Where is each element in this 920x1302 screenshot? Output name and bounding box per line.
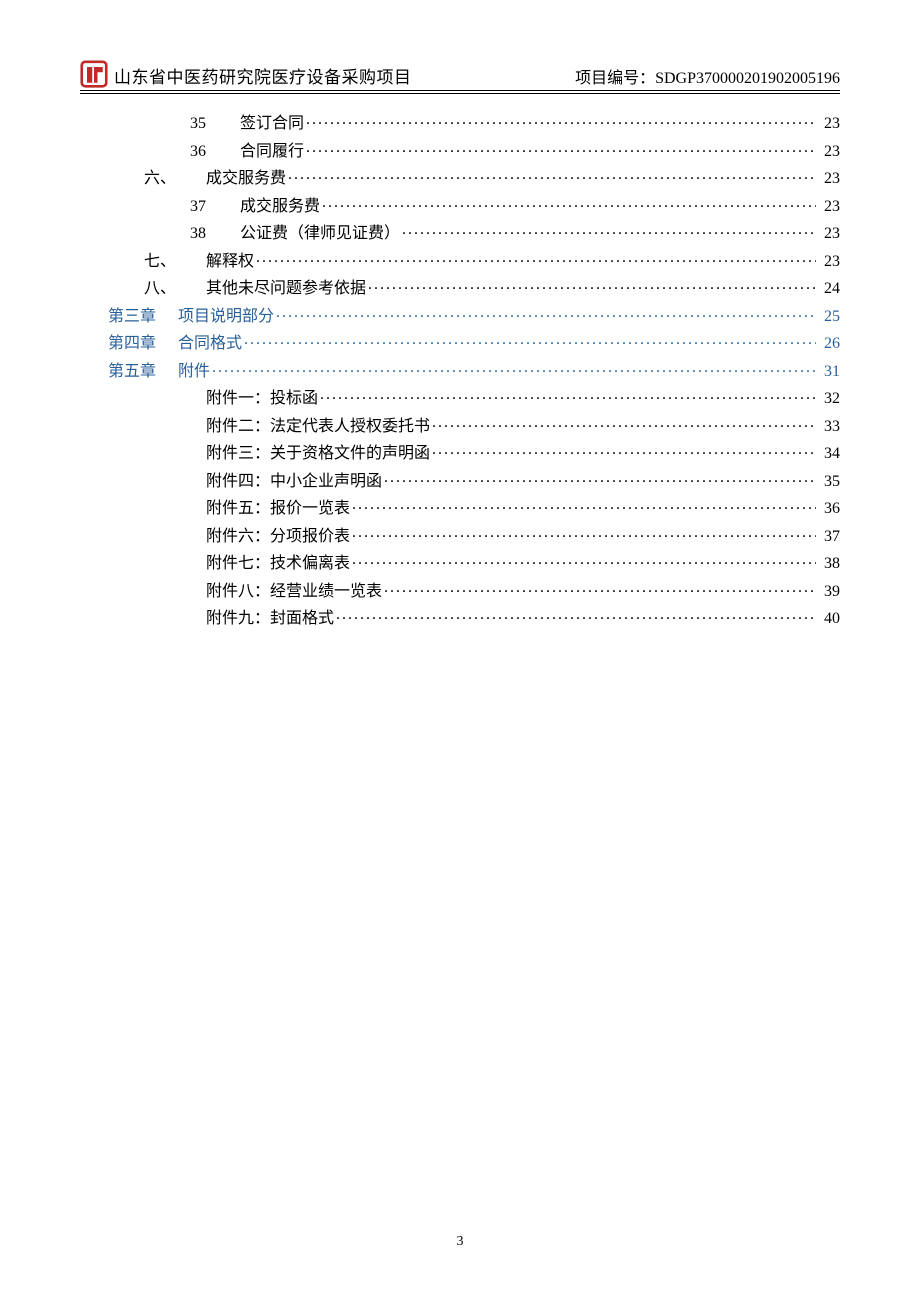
toc-label: 公证费（律师见证费） bbox=[240, 226, 400, 242]
toc-row[interactable]: 附件八：经营业绩一览表 39 bbox=[80, 580, 840, 600]
toc-prefix: 七、 bbox=[80, 254, 206, 270]
toc-label: 附件八：经营业绩一览表 bbox=[206, 584, 382, 600]
toc-label: 合同格式 bbox=[178, 336, 242, 352]
toc-row[interactable]: 38公证费（律师见证费） 23 bbox=[80, 222, 840, 242]
toc-row[interactable]: 附件六：分项报价表 37 bbox=[80, 525, 840, 545]
toc-leader-dots bbox=[320, 387, 816, 403]
toc-prefix: 第四章 bbox=[80, 336, 178, 352]
toc-page-number: 24 bbox=[818, 281, 840, 297]
toc-page-number: 23 bbox=[818, 116, 840, 132]
toc-row[interactable]: 附件一：投标函 32 bbox=[80, 387, 840, 407]
toc-page-number: 23 bbox=[818, 199, 840, 215]
toc-label: 签订合同 bbox=[240, 116, 304, 132]
toc-leader-dots bbox=[306, 140, 816, 156]
toc-page-number: 31 bbox=[818, 364, 840, 380]
toc-page-number: 33 bbox=[818, 419, 840, 435]
toc-label: 项目说明部分 bbox=[178, 309, 274, 325]
toc-leader-dots bbox=[352, 552, 816, 568]
toc-leader-dots bbox=[432, 442, 816, 458]
toc-page-number: 39 bbox=[818, 584, 840, 600]
toc-page-number: 32 bbox=[818, 391, 840, 407]
page-header: 山东省中医药研究院医疗设备采购项目 项目编号：SDGP3700002019020… bbox=[80, 60, 840, 91]
toc-leader-dots bbox=[212, 360, 816, 376]
toc-prefix: 第五章 bbox=[80, 364, 178, 380]
toc-row[interactable]: 37成交服务费 23 bbox=[80, 195, 840, 215]
toc-leader-dots bbox=[276, 305, 816, 321]
toc-page-number: 34 bbox=[818, 446, 840, 462]
toc-row[interactable]: 第五章附件 31 bbox=[80, 360, 840, 380]
toc-row[interactable]: 附件二：法定代表人授权委托书 33 bbox=[80, 415, 840, 435]
toc-leader-dots bbox=[322, 195, 816, 211]
toc-page-number: 23 bbox=[818, 171, 840, 187]
toc-prefix: 六、 bbox=[80, 171, 206, 187]
toc-row[interactable]: 附件四：中小企业声明函 35 bbox=[80, 470, 840, 490]
toc-leader-dots bbox=[368, 277, 816, 293]
toc-row[interactable]: 第三章项目说明部分 25 bbox=[80, 305, 840, 325]
toc-prefix: 第三章 bbox=[80, 309, 178, 325]
toc-label: 其他未尽问题参考依据 bbox=[206, 281, 366, 297]
toc-leader-dots bbox=[432, 415, 816, 431]
toc-leader-dots bbox=[244, 332, 816, 348]
toc-label: 附件 bbox=[178, 364, 210, 380]
toc-label: 附件六：分项报价表 bbox=[206, 529, 350, 545]
toc-prefix: 35 bbox=[80, 116, 240, 132]
toc-row[interactable]: 六、成交服务费 23 bbox=[80, 167, 840, 187]
toc-leader-dots bbox=[384, 580, 816, 596]
header-underline bbox=[80, 93, 840, 94]
toc-page-number: 38 bbox=[818, 556, 840, 572]
page-number: 3 bbox=[0, 1234, 920, 1250]
toc-prefix: 37 bbox=[80, 199, 240, 215]
toc-page-number: 25 bbox=[818, 309, 840, 325]
toc-label: 成交服务费 bbox=[206, 171, 286, 187]
table-of-contents: 35签订合同2336合同履行23六、成交服务费2337成交服务费2338公证费（… bbox=[80, 112, 840, 627]
toc-leader-dots bbox=[384, 470, 816, 486]
toc-row[interactable]: 附件七：技术偏离表 38 bbox=[80, 552, 840, 572]
toc-row[interactable]: 附件九：封面格式 40 bbox=[80, 607, 840, 627]
toc-leader-dots bbox=[336, 607, 816, 623]
toc-page-number: 23 bbox=[818, 226, 840, 242]
toc-leader-dots bbox=[306, 112, 816, 128]
toc-row[interactable]: 附件三：关于资格文件的声明函 34 bbox=[80, 442, 840, 462]
project-id-label: 项目编号： bbox=[575, 70, 655, 87]
toc-page-number: 35 bbox=[818, 474, 840, 490]
toc-label: 解释权 bbox=[206, 254, 254, 270]
toc-row[interactable]: 八、其他未尽问题参考依据 24 bbox=[80, 277, 840, 297]
logo-icon bbox=[80, 60, 108, 88]
toc-label: 附件一：投标函 bbox=[206, 391, 318, 407]
project-id-value: SDGP370000201902005196 bbox=[655, 70, 840, 87]
toc-leader-dots bbox=[352, 497, 816, 513]
toc-page-number: 23 bbox=[818, 144, 840, 160]
toc-row[interactable]: 第四章合同格式 26 bbox=[80, 332, 840, 352]
toc-label: 附件三：关于资格文件的声明函 bbox=[206, 446, 430, 462]
toc-leader-dots bbox=[352, 525, 816, 541]
toc-prefix: 36 bbox=[80, 144, 240, 160]
toc-label: 合同履行 bbox=[240, 144, 304, 160]
toc-page-number: 23 bbox=[818, 254, 840, 270]
toc-page-number: 40 bbox=[818, 611, 840, 627]
toc-label: 附件九：封面格式 bbox=[206, 611, 334, 627]
document-title: 山东省中医药研究院医疗设备采购项目 bbox=[114, 63, 412, 88]
toc-leader-dots bbox=[256, 250, 816, 266]
toc-prefix: 八、 bbox=[80, 281, 206, 297]
toc-page-number: 36 bbox=[818, 501, 840, 517]
toc-leader-dots bbox=[402, 222, 816, 238]
toc-label: 附件二：法定代表人授权委托书 bbox=[206, 419, 430, 435]
toc-label: 附件五：报价一览表 bbox=[206, 501, 350, 517]
project-id: 项目编号：SDGP370000201902005196 bbox=[575, 64, 840, 88]
toc-row[interactable]: 35签订合同 23 bbox=[80, 112, 840, 132]
toc-leader-dots bbox=[288, 167, 816, 183]
toc-row[interactable]: 附件五：报价一览表 36 bbox=[80, 497, 840, 517]
toc-label: 附件四：中小企业声明函 bbox=[206, 474, 382, 490]
toc-row[interactable]: 七、解释权 23 bbox=[80, 250, 840, 270]
toc-page-number: 26 bbox=[818, 336, 840, 352]
toc-row[interactable]: 36合同履行 23 bbox=[80, 140, 840, 160]
toc-page-number: 37 bbox=[818, 529, 840, 545]
toc-label: 成交服务费 bbox=[240, 199, 320, 215]
toc-prefix: 38 bbox=[80, 226, 240, 242]
toc-label: 附件七：技术偏离表 bbox=[206, 556, 350, 572]
